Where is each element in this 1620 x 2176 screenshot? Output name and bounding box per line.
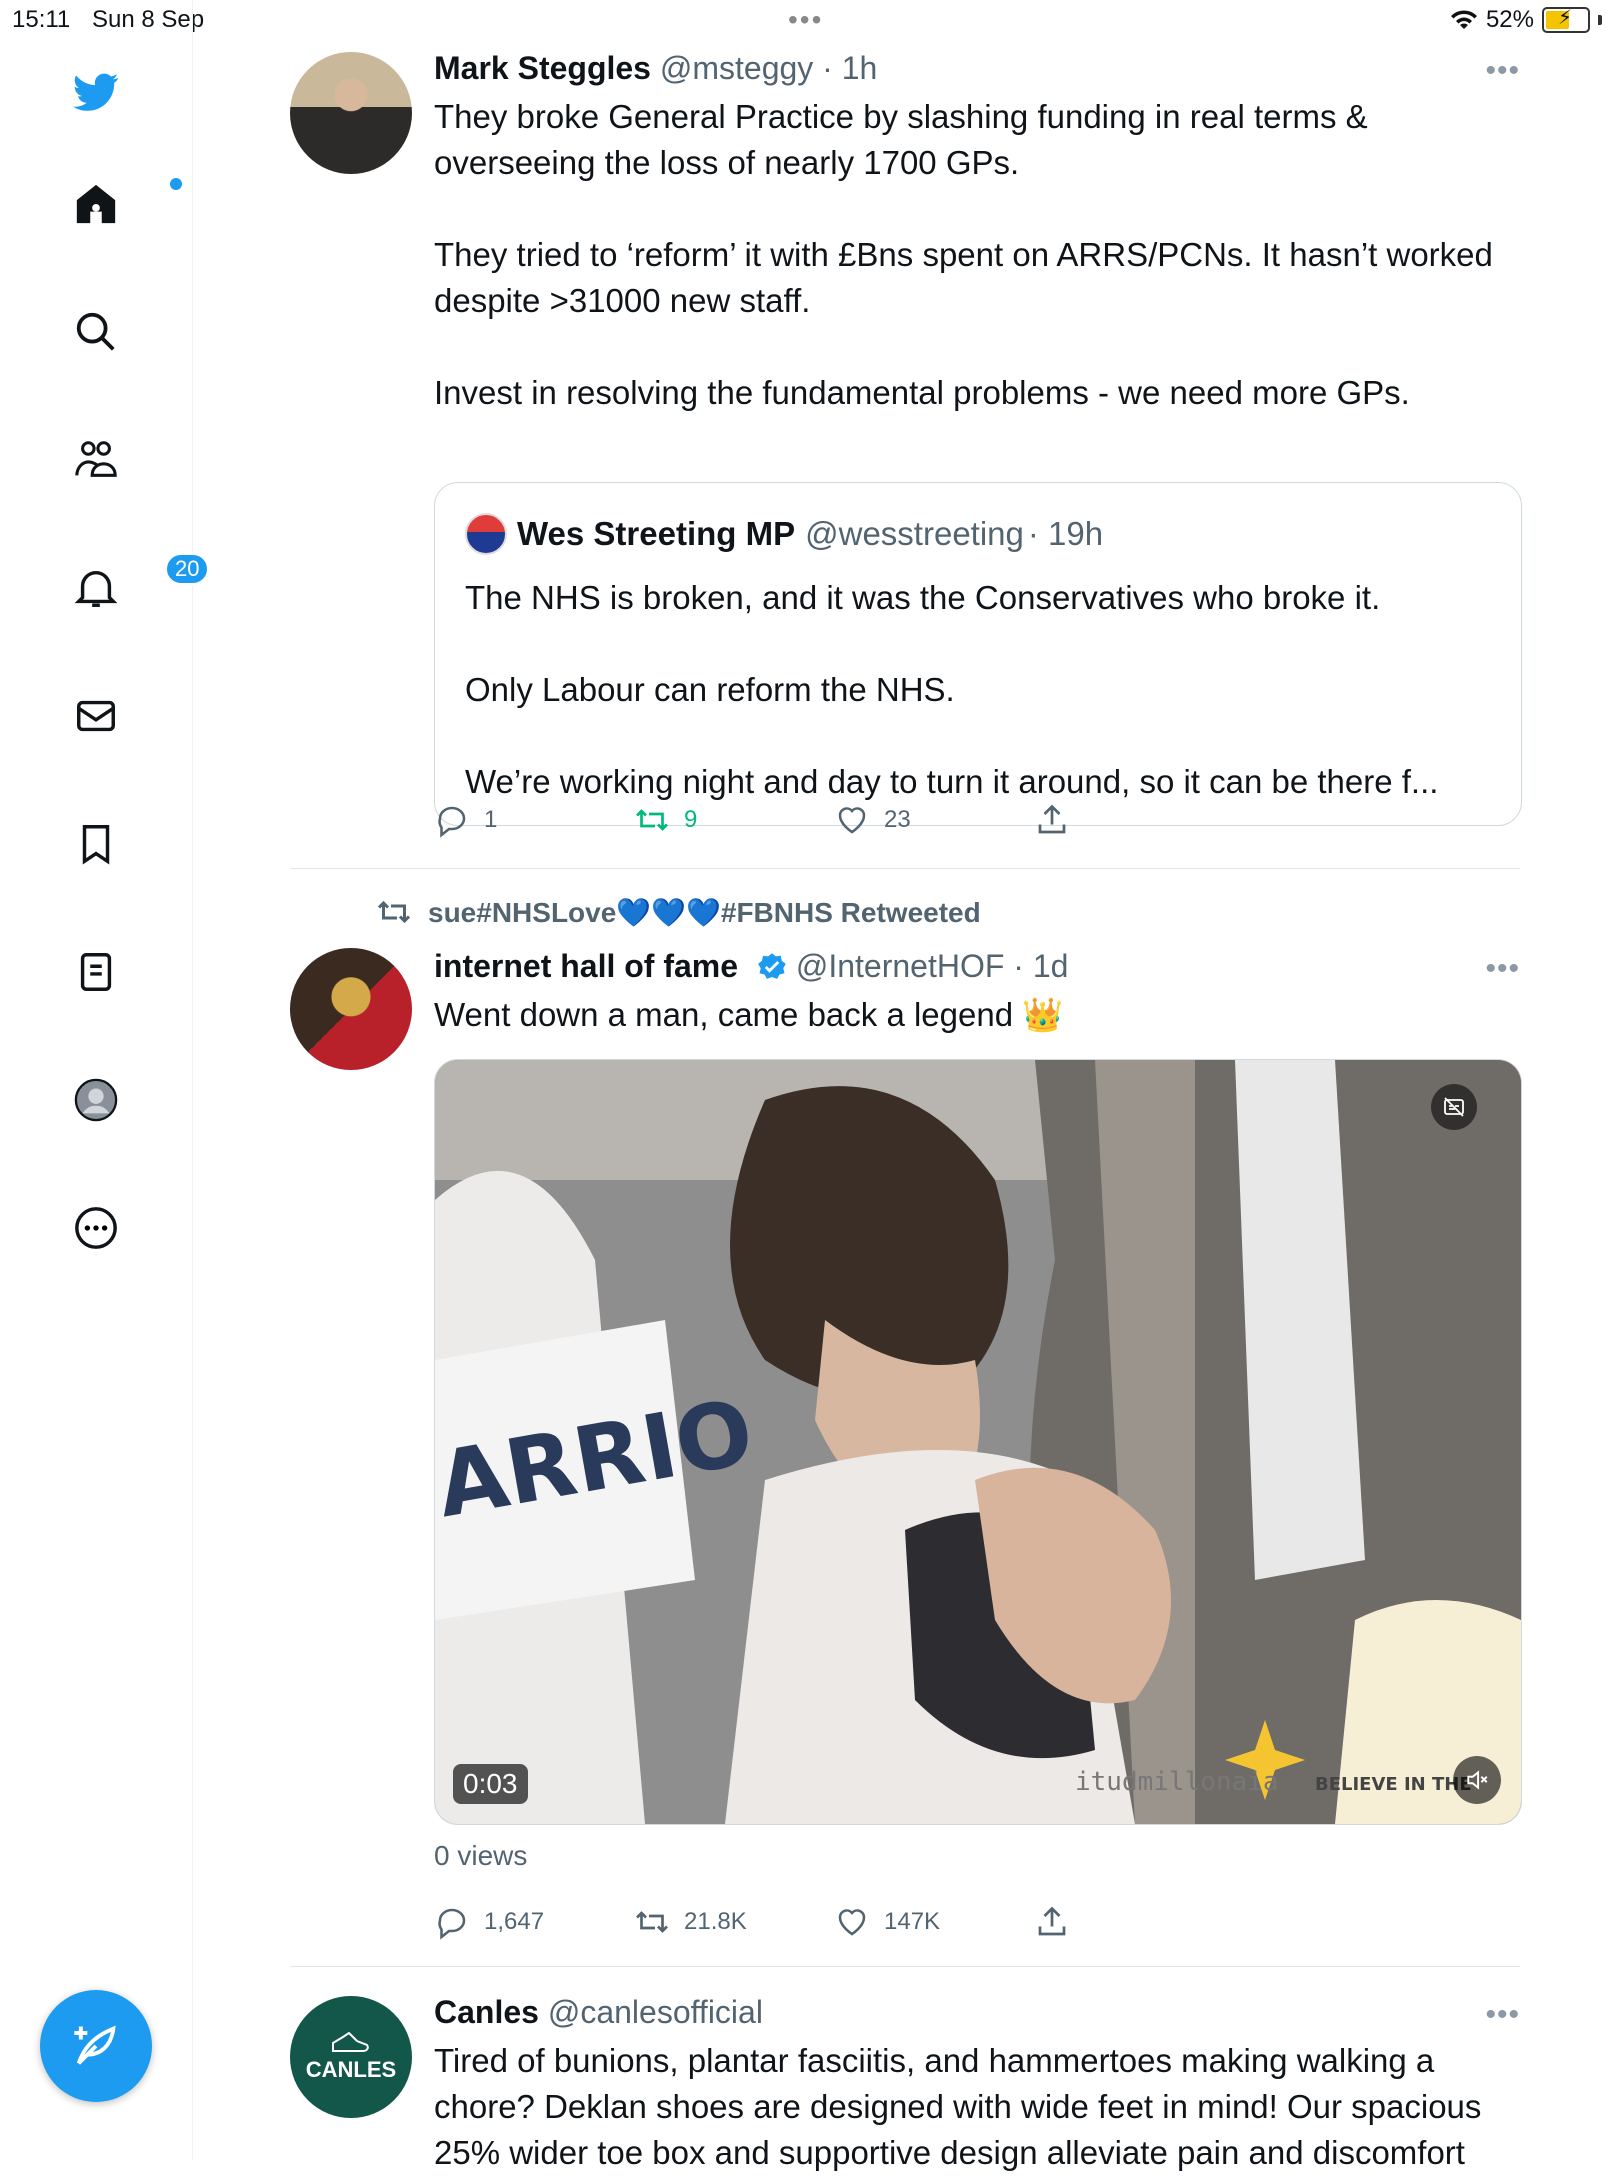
tweet-text: Tired of bunions, plantar fasciitis, and… (434, 2042, 1482, 2171)
profile-icon[interactable] (66, 1070, 126, 1130)
avatar[interactable]: CANLES (290, 1996, 412, 2118)
reply-icon (438, 1908, 466, 1940)
retweet-count: 21.8K (684, 1908, 747, 1935)
bookmarks-icon[interactable] (66, 814, 126, 874)
compose-tweet-button[interactable] (40, 1990, 152, 2102)
mute-icon[interactable] (1453, 1756, 1501, 1804)
author-name[interactable]: internet hall of fame (434, 948, 738, 984)
author-name[interactable]: Canles (434, 1994, 539, 2030)
tweet-header: Canles @canlesofficial (434, 1990, 1520, 2034)
retweeted-by-line[interactable]: sue#NHSLove💙💙💙#FBNHS Retweeted (376, 894, 981, 930)
svg-text:BELIEVE IN THE: BELIEVE IN THE (1315, 1774, 1472, 1795)
tweet-video[interactable]: ARRIO itudmillonaia BELIEVE IN THE 0:03 (434, 1059, 1522, 1825)
video-frame: ARRIO itudmillonaia BELIEVE IN THE (435, 1060, 1521, 1824)
retweet-indicator-icon (377, 900, 411, 924)
quoted-tweet-text: The NHS is broken, and it was the Conser… (465, 579, 1439, 800)
retweeted-by-text: sue#NHSLove💙💙💙#FBNHS Retweeted (428, 896, 981, 928)
like-count: 147K (884, 1908, 941, 1935)
heart-icon (838, 1909, 866, 1936)
captions-icon[interactable] (1431, 1084, 1477, 1130)
tweet-divider (290, 868, 1520, 869)
retweet-count: 9 (684, 806, 698, 833)
twitter-logo-icon[interactable] (66, 62, 126, 122)
like-button[interactable]: 23 (834, 802, 911, 838)
notifications-icon[interactable]: 20 (66, 552, 211, 618)
like-button[interactable]: 147K (834, 1904, 940, 1940)
verified-badge-icon (758, 953, 786, 979)
notification-count-badge: 20 (164, 552, 211, 586)
author-handle[interactable]: @InternetHOF (796, 948, 1005, 984)
retweet-button[interactable]: 9 (634, 802, 697, 838)
retweet-icon (636, 1911, 668, 1933)
status-right: 52% ⚡ (1450, 6, 1602, 34)
messages-icon[interactable] (66, 686, 126, 746)
reply-count: 1,647 (484, 1908, 545, 1935)
like-count: 23 (884, 806, 911, 833)
video-timestamp: 0:03 (453, 1764, 528, 1804)
share-icon (1038, 1906, 1066, 1936)
retweet-icon (636, 809, 668, 831)
shoe-icon (332, 2031, 369, 2052)
tweet-actions: 1 9 23 (434, 802, 1134, 852)
avatar[interactable] (290, 948, 412, 1070)
heart-icon (838, 807, 866, 834)
author-handle[interactable]: @msteggy (660, 50, 813, 86)
tweet-header: internet hall of fame @InternetHOF · 1d (434, 944, 1520, 988)
quoted-tweet-header: Wes Streeting MP @wesstreeting · 19h (465, 513, 1103, 555)
home-new-dot (170, 178, 182, 190)
sidebar: 20 (0, 0, 211, 2160)
share-button[interactable] (1034, 802, 1070, 838)
share-button[interactable] (1034, 1904, 1070, 1940)
quoted-author-name: Wes Streeting MP (517, 515, 796, 552)
wifi-icon (1450, 10, 1477, 29)
battery-icon: ⚡ (1542, 7, 1590, 33)
quoted-tweet-time: · 19h (1027, 515, 1104, 552)
share-icon (1038, 804, 1066, 834)
reply-button[interactable]: 1 (434, 802, 497, 838)
tweet-actions: 1,647 21.8K 147K (434, 1904, 1134, 1954)
tweet-divider (290, 1966, 1520, 1967)
multitasking-dots-icon[interactable]: ••• (788, 4, 823, 36)
more-options-icon[interactable] (66, 1198, 126, 1258)
tweet-more-icon[interactable]: ••• (1485, 952, 1520, 986)
reply-icon (438, 806, 466, 838)
status-bar: 15:11 Sun 8 Sep ••• 52% ⚡ (0, 0, 1620, 40)
reply-count: 1 (484, 806, 498, 833)
communities-icon[interactable] (66, 430, 126, 490)
battery-percent: 52% (1485, 6, 1534, 33)
author-name[interactable]: Mark Steggles (434, 50, 651, 86)
quoted-tweet[interactable]: Wes Streeting MP @wesstreeting · 19h The… (434, 482, 1522, 826)
quoted-author-handle: @wesstreeting (805, 515, 1024, 552)
tweet-text: Went down a man, came back a legend 👑 (434, 996, 1064, 1033)
compose-feather-icon (74, 2025, 116, 2065)
tweet-header: Mark Steggles @msteggy · 1h (434, 46, 1520, 90)
tweet-text: They broke General Practice by slashing … (434, 98, 1493, 411)
quoted-avatar (465, 513, 507, 555)
home-icon[interactable] (66, 174, 182, 234)
reply-button[interactable]: 1,647 (434, 1904, 544, 1940)
tweet-time[interactable]: · 1d (1013, 948, 1068, 984)
author-handle[interactable]: @canlesofficial (548, 1994, 763, 2030)
avatar-label: CANLES (305, 2057, 397, 2082)
tweet-more-icon[interactable]: ••• (1485, 1998, 1520, 2032)
search-icon[interactable] (66, 302, 126, 362)
lists-icon[interactable] (66, 942, 126, 1002)
tweet-time[interactable]: · 1h (822, 50, 877, 86)
retweet-button[interactable]: 21.8K (634, 1904, 747, 1940)
video-view-count: 0 views (434, 1840, 528, 1871)
avatar[interactable] (290, 52, 412, 174)
svg-text:itudmillonaia: itudmillonaia (1075, 1767, 1279, 1797)
tweet-more-icon[interactable]: ••• (1485, 54, 1520, 88)
